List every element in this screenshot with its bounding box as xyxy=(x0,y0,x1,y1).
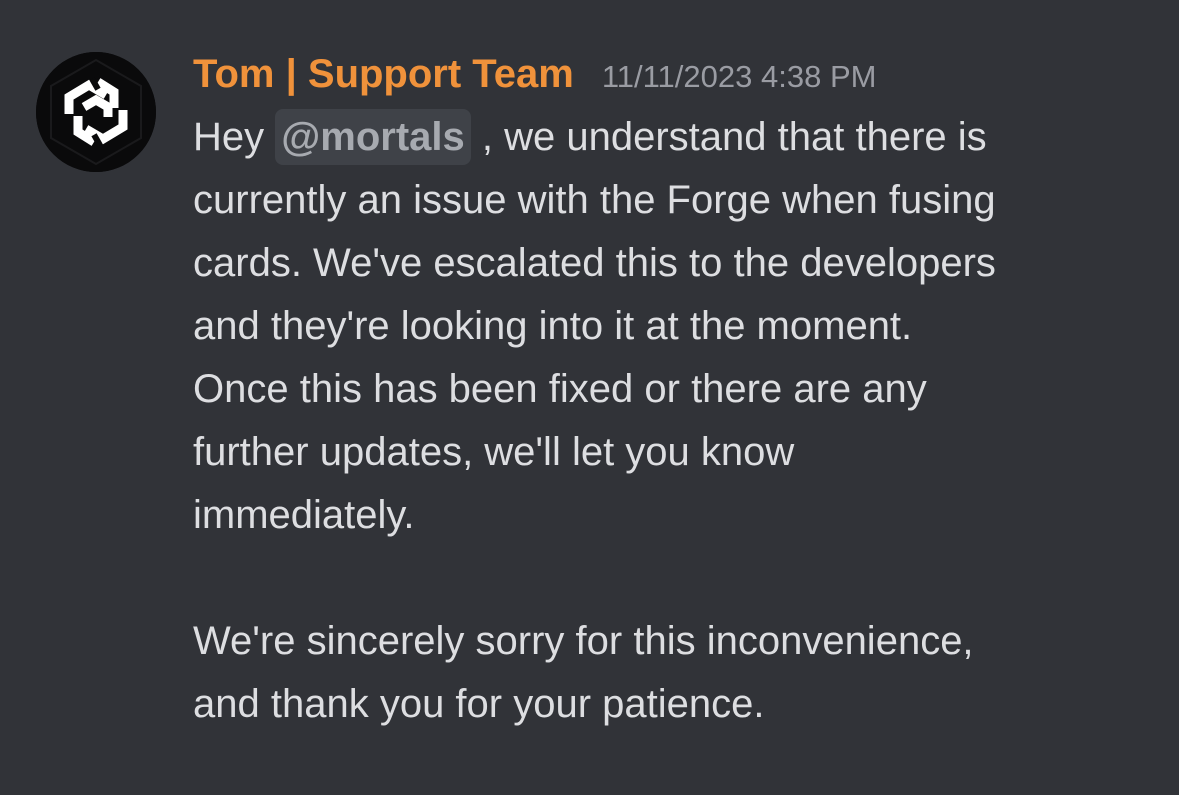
chat-message: Tom | Support Team 11/11/2023 4:38 PM He… xyxy=(0,0,1179,795)
message-content: Hey @mortals , we understand that there … xyxy=(193,106,1153,736)
message-line: Hey @mortals , we understand that there … xyxy=(193,106,1153,169)
message-line: currently an issue with the Forge when f… xyxy=(193,178,996,222)
paragraph-break xyxy=(193,547,1153,610)
hexagon-logo-icon xyxy=(36,52,156,172)
message-line: immediately. xyxy=(193,493,415,537)
message-line: and thank you for your patience. xyxy=(193,682,765,726)
message-timestamp[interactable]: 11/11/2023 4:38 PM xyxy=(602,49,877,105)
message-line: further updates, we'll let you know xyxy=(193,430,795,474)
author-name[interactable]: Tom | Support Team xyxy=(193,46,574,102)
user-mention[interactable]: @mortals xyxy=(275,109,471,165)
avatar[interactable] xyxy=(36,52,156,172)
message-line: cards. We've escalated this to the devel… xyxy=(193,241,996,285)
message-line: Once this has been fixed or there are an… xyxy=(193,367,927,411)
message-header: Tom | Support Team 11/11/2023 4:38 PM xyxy=(193,46,876,106)
message-text: , we understand that there is xyxy=(481,115,987,159)
message-line: We're sincerely sorry for this inconveni… xyxy=(193,619,974,663)
message-line: and they're looking into it at the momen… xyxy=(193,304,913,348)
greeting-text: Hey xyxy=(193,115,265,159)
